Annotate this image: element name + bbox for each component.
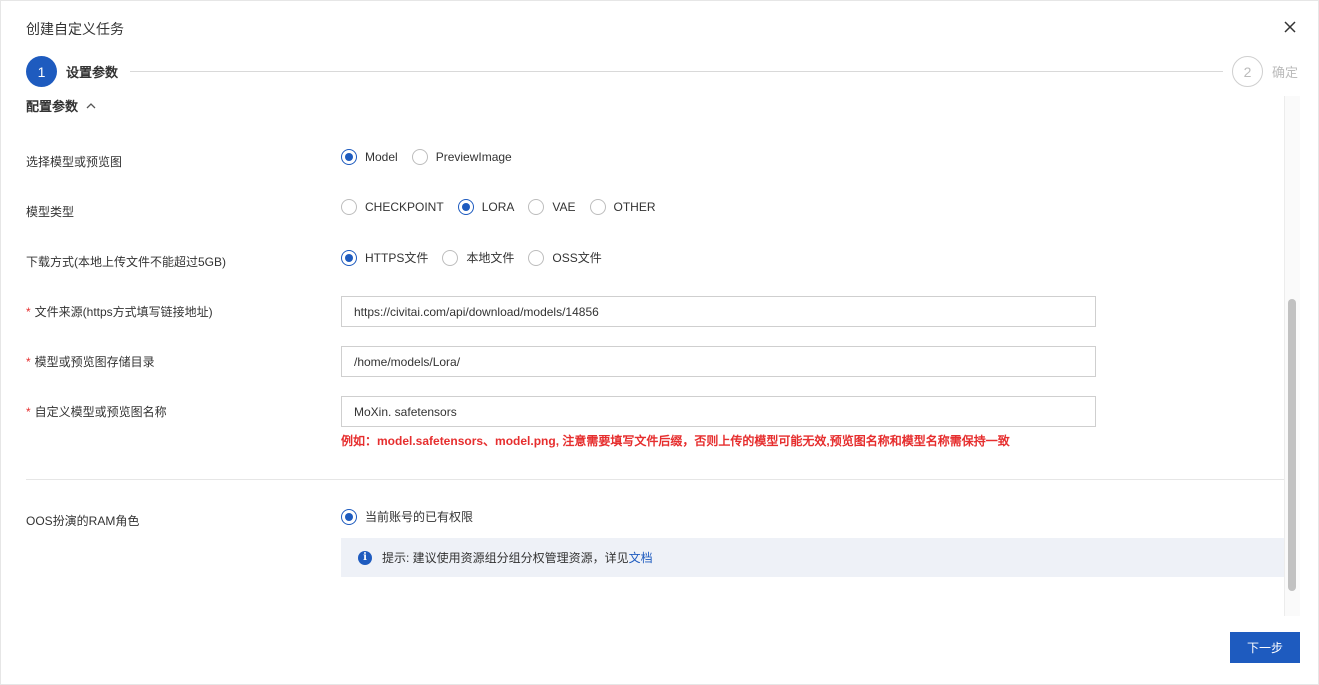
radio-checkpoint[interactable]: CHECKPOINT xyxy=(341,199,444,215)
radio-local-file[interactable]: 本地文件 xyxy=(442,249,514,266)
custom-name-label: * 自定义模型或预览图名称 xyxy=(26,403,167,420)
dialog-title: 创建自定义任务 xyxy=(26,21,124,37)
radio-dot xyxy=(457,199,474,215)
model-type-radio-group: CHECKPOINT LORA VAE OTHER xyxy=(341,199,670,215)
radio-label: HTTPS文件 xyxy=(365,251,429,265)
radio-dot xyxy=(589,199,606,215)
radio-model[interactable]: Model xyxy=(341,149,398,165)
select-type-label: 选择模型或预览图 xyxy=(26,155,123,169)
radio-dot xyxy=(411,149,428,165)
radio-dot xyxy=(341,149,357,165)
docs-link[interactable]: 文档 xyxy=(629,549,653,566)
radio-dot xyxy=(341,199,357,215)
custom-name-input[interactable] xyxy=(341,396,1096,427)
radio-dot xyxy=(528,199,545,215)
tip-text: 提示: 建议使用资源组分组分权管理资源，详见 xyxy=(382,551,629,565)
custom-name-hint: 例如：model.safetensors、model.png, 注意需要填写文件… xyxy=(341,434,1010,448)
radio-label: LORA xyxy=(481,200,515,214)
next-button[interactable]: 下一步 xyxy=(1230,632,1300,663)
radio-other[interactable]: OTHER xyxy=(589,199,656,215)
select-type-radio-group: Model PreviewImage xyxy=(341,149,526,165)
radio-dot xyxy=(341,249,357,266)
radio-label: VAE xyxy=(552,200,576,214)
radio-label: Model xyxy=(365,150,398,164)
storage-dir-label-text: 模型或预览图存储目录 xyxy=(34,355,155,369)
custom-name-label-text: 自定义模型或预览图名称 xyxy=(34,405,167,419)
file-source-label: * 文件来源(https方式填写链接地址) xyxy=(26,303,213,320)
storage-dir-label: * 模型或预览图存储目录 xyxy=(26,353,155,370)
download-method-radio-group: HTTPS文件 本地文件 OSS文件 xyxy=(341,249,616,266)
close-icon[interactable] xyxy=(1280,17,1300,37)
model-type-label: 模型类型 xyxy=(26,205,75,219)
required-mark: * xyxy=(26,305,31,319)
info-icon: i xyxy=(358,550,372,565)
create-task-dialog: 创建自定义任务 1 设置参数 2 确定 配置参数 选择模型或预览图 Model … xyxy=(0,0,1319,685)
section-toggle[interactable]: 配置参数 xyxy=(26,96,96,115)
radio-current-account-permission[interactable]: 当前账号的已有权限 xyxy=(341,508,473,525)
section-title: 配置参数 xyxy=(26,99,79,114)
radio-dot xyxy=(442,249,459,266)
radio-https-file[interactable]: HTTPS文件 xyxy=(341,249,428,266)
radio-label: 本地文件 xyxy=(466,251,515,265)
step-1-label: 设置参数 xyxy=(66,65,119,80)
step-1: 1 设置参数 xyxy=(26,56,118,87)
storage-dir-input[interactable] xyxy=(341,346,1096,377)
step-2: 2 确定 xyxy=(1232,56,1298,87)
radio-label: OSS文件 xyxy=(552,251,602,265)
radio-label: 当前账号的已有权限 xyxy=(365,510,474,524)
radio-label: OTHER xyxy=(613,200,656,214)
ram-role-radio-group: 当前账号的已有权限 xyxy=(341,508,487,525)
download-method-label: 下载方式(本地上传文件不能超过5GB) xyxy=(26,255,227,269)
stepper-line xyxy=(130,71,1223,72)
section-divider xyxy=(26,479,1284,480)
required-mark: * xyxy=(26,355,31,369)
step-2-number: 2 xyxy=(1232,56,1263,87)
file-source-input[interactable] xyxy=(341,296,1096,327)
file-source-label-text: 文件来源(https方式填写链接地址) xyxy=(34,305,213,319)
ram-role-label: OOS扮演的RAM角色 xyxy=(26,514,140,528)
chevron-up-icon xyxy=(86,102,96,109)
step-2-label: 确定 xyxy=(1272,65,1299,80)
radio-vae[interactable]: VAE xyxy=(528,199,576,215)
radio-previewimage[interactable]: PreviewImage xyxy=(411,149,512,165)
step-1-number: 1 xyxy=(26,56,57,87)
scrollbar-thumb[interactable] xyxy=(1288,299,1296,591)
radio-dot xyxy=(528,249,545,266)
required-mark: * xyxy=(26,405,31,419)
form-content: 配置参数 选择模型或预览图 Model PreviewImage 模型类型 CH… xyxy=(1,93,1300,617)
radio-label: PreviewImage xyxy=(435,150,512,164)
radio-oss-file[interactable]: OSS文件 xyxy=(528,249,602,266)
ram-role-tip: i 提示: 建议使用资源组分组分权管理资源，详见 文档 xyxy=(341,538,1284,577)
radio-label: CHECKPOINT xyxy=(365,200,444,214)
radio-lora[interactable]: LORA xyxy=(457,199,515,215)
radio-dot xyxy=(341,508,357,525)
